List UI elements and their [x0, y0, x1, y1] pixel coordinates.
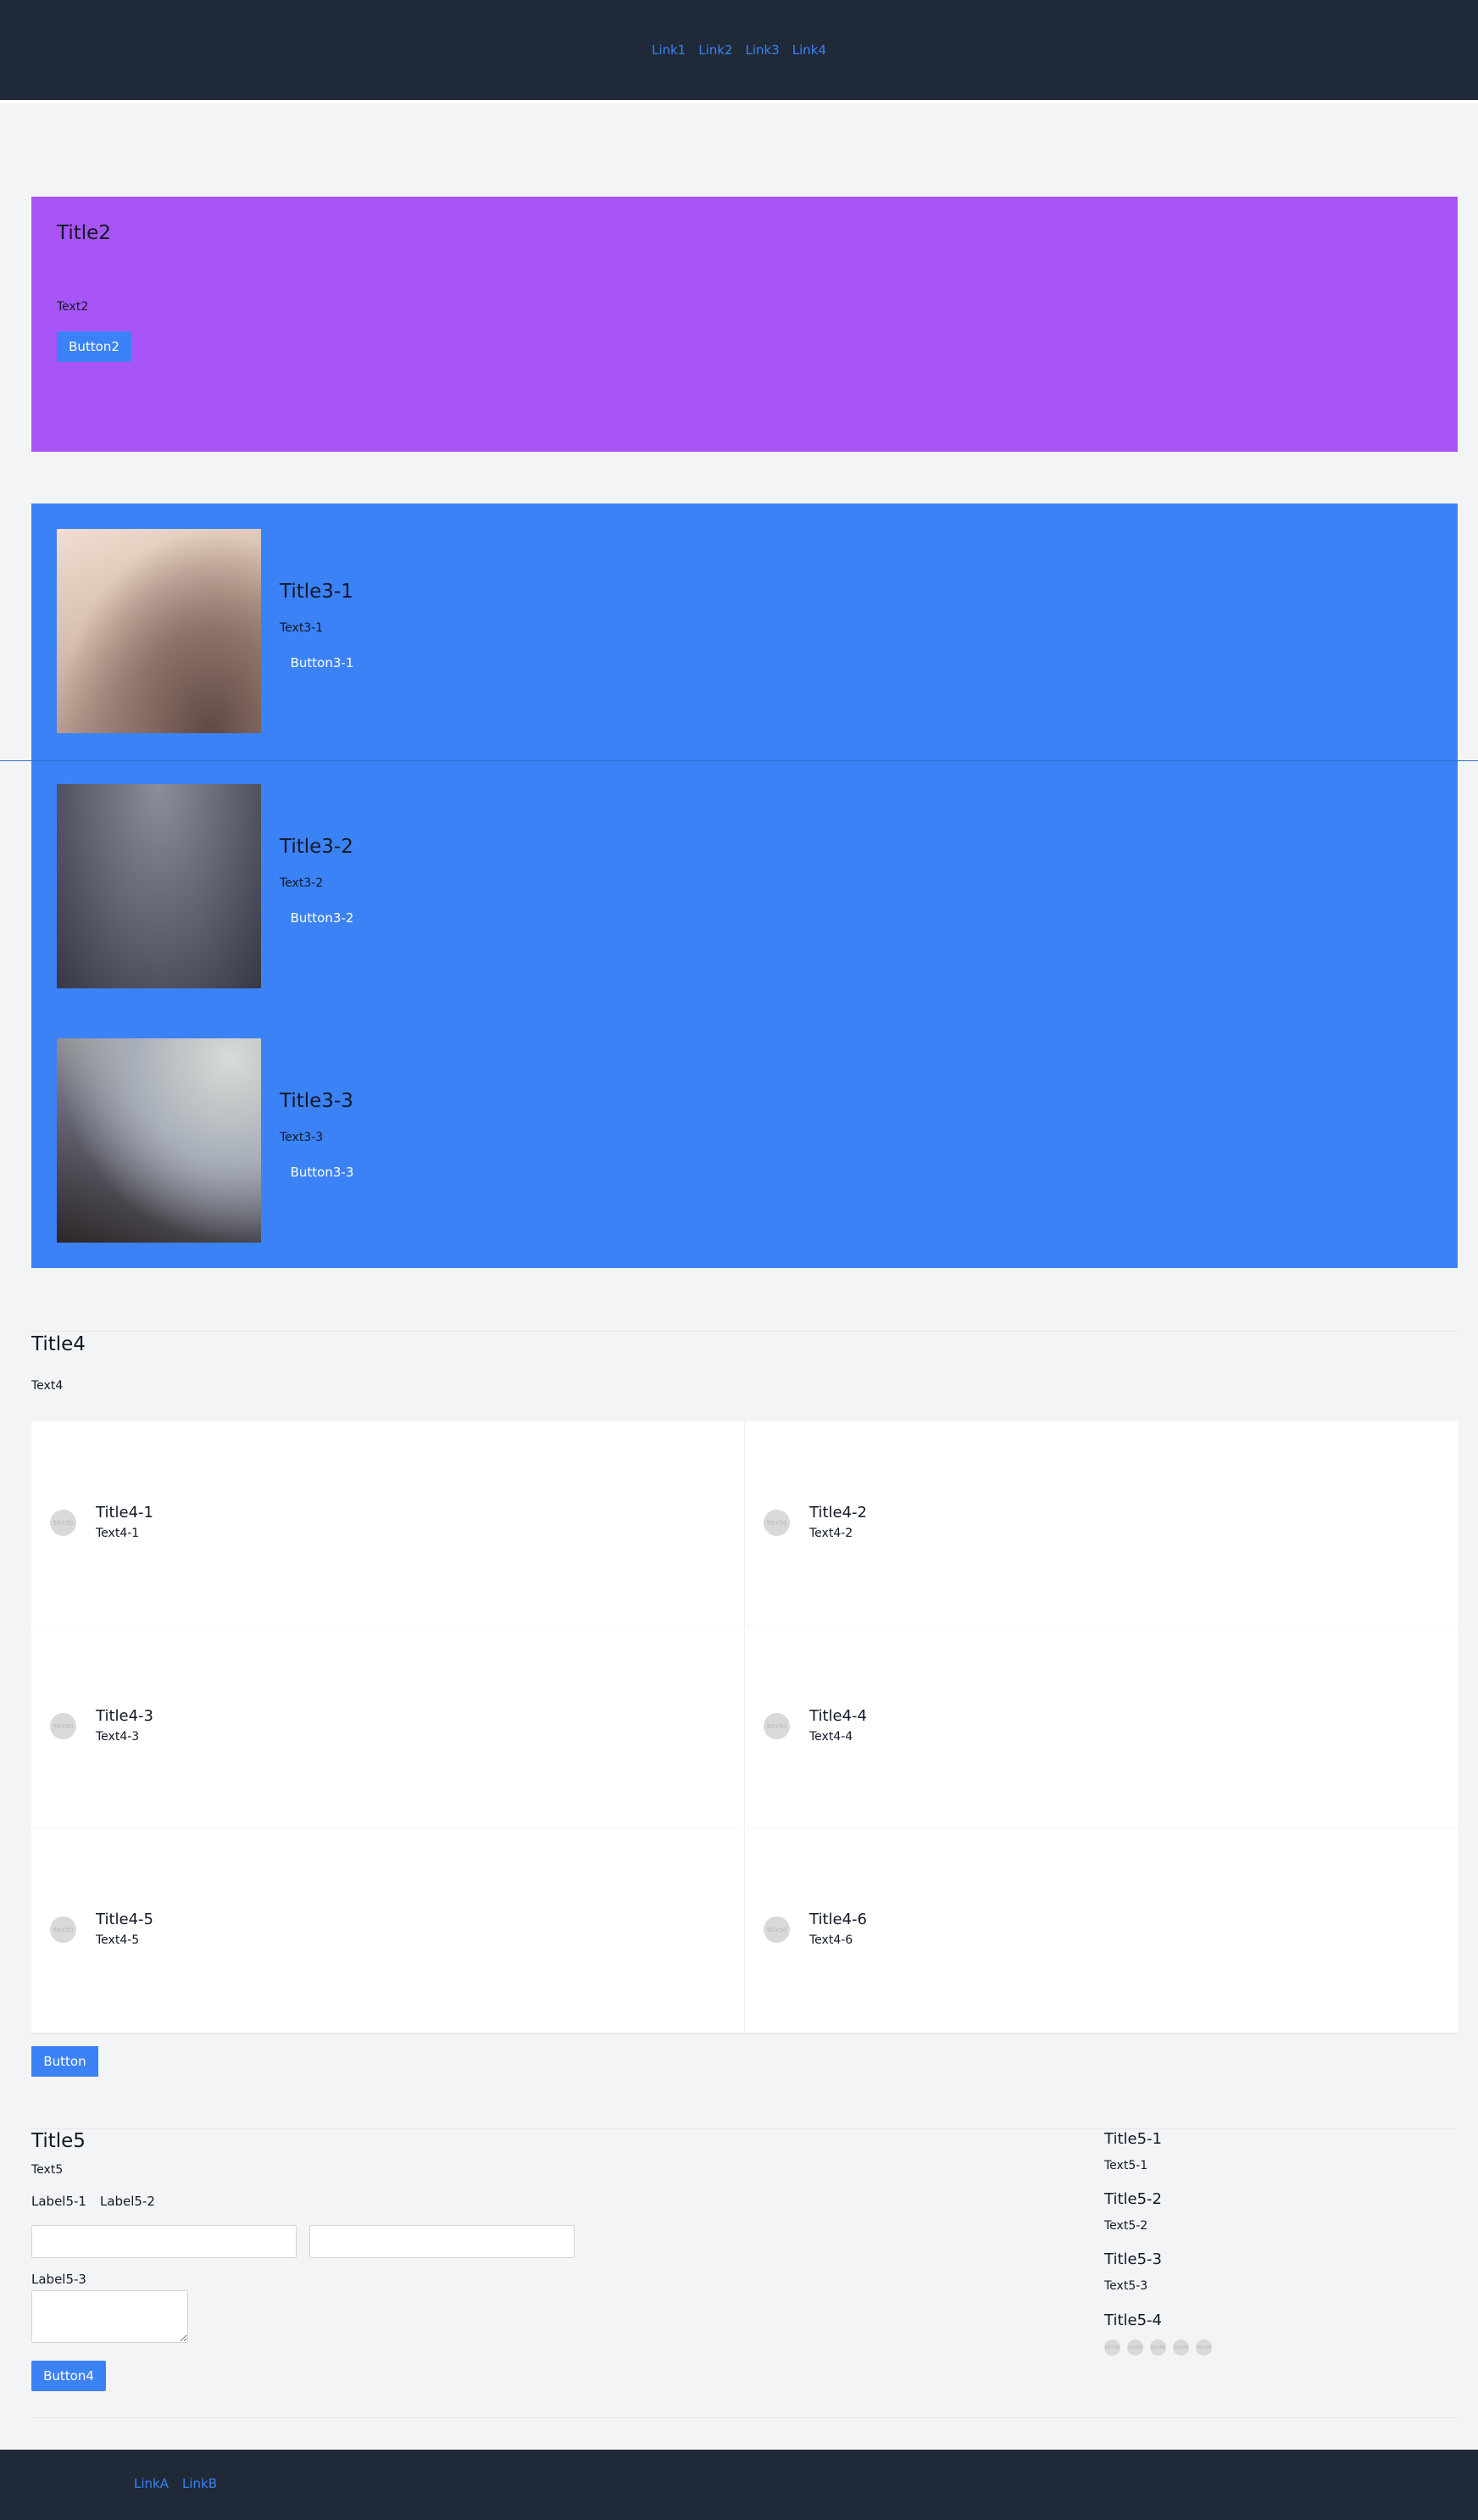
grid-card: 50×50 Title4-6 Text4-6 [745, 1828, 1458, 2032]
feature-image [57, 784, 261, 988]
footer-nav: LinkA LinkB [134, 2476, 217, 2491]
feature-button[interactable]: Button3-3 [280, 1157, 364, 1188]
avatar: 50×50 [764, 1916, 790, 1943]
sidebar-block: Title5-2 [1104, 2190, 1443, 2208]
sidebar-block: Title5-3 [1104, 2250, 1443, 2268]
field-labels: Label5-1 Label5-2 [31, 2194, 155, 2209]
footer-link-a[interactable]: LinkA [134, 2476, 169, 2491]
section-guide-line [0, 760, 1478, 761]
card-text: Text4-4 [809, 1730, 853, 1744]
card-title: Title4-1 [96, 1504, 153, 1521]
section5-title: Title5 [31, 2130, 86, 2152]
field-label-2: Label5-2 [99, 2194, 155, 2209]
card-title: Title4-6 [809, 1911, 867, 1928]
card-text: Text4-5 [96, 1933, 140, 1947]
submit-button[interactable]: Button4 [31, 2361, 106, 2391]
sidebar-text: Text5-2 [1104, 2219, 1148, 2233]
feature-item: Title3-3 Text3-3 Button3-3 [31, 1013, 1458, 1268]
feature-title: Title3-1 [280, 581, 353, 603]
card-title: Title4-5 [96, 1911, 153, 1928]
text-input-1[interactable] [31, 2225, 297, 2258]
avatar: 50×50 [1150, 2339, 1166, 2356]
section4-text: Text4 [31, 1379, 64, 1393]
nav-link-4[interactable]: Link4 [792, 42, 826, 58]
sidebar-title: Title5-4 [1104, 2311, 1162, 2329]
sidebar-text: Text5-1 [1104, 2159, 1148, 2172]
feature-text: Text3-1 [280, 621, 324, 635]
message-textarea[interactable] [31, 2290, 188, 2343]
sidebar-block: Title5-1 [1104, 2130, 1443, 2148]
feature-item: Title3-1 Text3-1 Button3-1 [31, 503, 1458, 759]
card-title: Title4-2 [809, 1504, 867, 1521]
feature-text: Text3-3 [280, 1131, 324, 1144]
sidebar-block: Title5-4 [1104, 2311, 1443, 2329]
avatar: 50×50 [764, 1713, 790, 1739]
section-divider [31, 1331, 1458, 1332]
card-text: Text4-3 [96, 1730, 140, 1744]
avatar: 50×50 [50, 1916, 76, 1943]
sidebar-title: Title5-1 [1104, 2130, 1162, 2148]
section-divider [31, 2417, 1458, 2418]
header-divider [0, 100, 1478, 103]
feature-image [57, 529, 261, 733]
field-label-1: Label5-1 [31, 2194, 86, 2209]
feature-title: Title3-3 [280, 1090, 353, 1112]
card-title: Title4-4 [809, 1707, 867, 1725]
footer: LinkA LinkB [0, 2450, 1478, 2520]
avatar: 50×50 [764, 1510, 790, 1536]
footer-link-b[interactable]: LinkB [182, 2476, 217, 2491]
card-title: Title4-3 [96, 1707, 153, 1725]
nav-link-1[interactable]: Link1 [652, 42, 686, 58]
text-input-2[interactable] [309, 2225, 575, 2258]
nav-link-3[interactable]: Link3 [746, 42, 780, 58]
feature-image [57, 1038, 261, 1243]
feature-button[interactable]: Button3-2 [280, 903, 364, 933]
card-text: Text4-2 [809, 1527, 853, 1540]
avatar: 50×50 [1173, 2339, 1189, 2356]
grid-card: 50×50 Title4-3 Text4-3 [31, 1625, 744, 1828]
sidebar-title: Title5-3 [1104, 2250, 1162, 2268]
card-grid: 50×50 Title4-1 Text4-1 50×50 Title4-2 Te… [31, 1421, 1458, 2034]
sidebar-title: Title5-2 [1104, 2190, 1162, 2208]
feature-button[interactable]: Button3-1 [280, 648, 364, 678]
feature-section: Title3-1 Text3-1 Button3-1 Title3-2 Text… [31, 503, 1458, 1268]
hero-section: Title2 Text2 Button2 [31, 197, 1458, 452]
nav-link-2[interactable]: Link2 [698, 42, 732, 58]
card-text: Text4-6 [809, 1933, 853, 1947]
sidebar-text: Text5-3 [1104, 2279, 1148, 2293]
feature-title: Title3-2 [280, 836, 353, 858]
field-label-3: Label5-3 [31, 2272, 86, 2287]
feature-text: Text3-2 [280, 876, 324, 890]
feature-item: Title3-2 Text3-2 Button3-2 [31, 759, 1458, 1014]
avatar-row: 50×50 50×50 50×50 50×50 50×50 [1104, 2339, 1212, 2356]
hero-text: Text2 [57, 300, 89, 314]
avatar: 50×50 [1196, 2339, 1212, 2356]
card-text: Text4-1 [96, 1527, 140, 1540]
hero-title: Title2 [57, 222, 111, 244]
grid-card: 50×50 Title4-1 Text4-1 [31, 1421, 744, 1625]
hero-button[interactable]: Button2 [57, 331, 131, 362]
grid-card: 50×50 Title4-2 Text4-2 [745, 1421, 1458, 1625]
avatar: 50×50 [1127, 2339, 1143, 2356]
grid-card: 50×50 Title4-4 Text4-4 [745, 1625, 1458, 1828]
section4-button[interactable]: Button [31, 2046, 98, 2077]
grid-card: 50×50 Title4-5 Text4-5 [31, 1828, 744, 2032]
top-nav: Link1 Link2 Link3 Link4 [652, 42, 826, 58]
section-divider [31, 2128, 1458, 2129]
avatar: 50×50 [50, 1713, 76, 1739]
section4-title: Title4 [31, 1333, 86, 1355]
avatar: 50×50 [1104, 2339, 1120, 2356]
top-navbar: Link1 Link2 Link3 Link4 [0, 0, 1478, 100]
avatar: 50×50 [50, 1510, 76, 1536]
section5-text: Text5 [31, 2163, 64, 2177]
